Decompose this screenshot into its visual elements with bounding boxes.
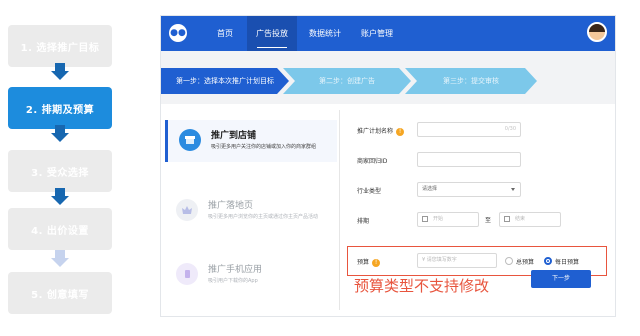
budget-label: 预算! — [357, 257, 381, 267]
total-budget-radio[interactable] — [505, 257, 513, 265]
crown-icon — [176, 199, 198, 221]
step-5-label: 5. 创意填写 — [31, 289, 89, 301]
down-arrow-icon — [51, 250, 69, 268]
info-icon: ! — [372, 258, 381, 267]
goal-store-title: 推广到店铺 — [211, 131, 257, 141]
goal-app-title: 推广手机应用 — [208, 265, 263, 275]
budget-note: 预算类型不支持修改 — [354, 277, 490, 295]
step-2-label: 2. 排期及预算 — [25, 104, 95, 116]
avatar[interactable] — [587, 22, 607, 42]
step-1-label: 1. 选择推广目标 — [20, 42, 100, 54]
store-icon — [179, 129, 201, 151]
nav-home[interactable]: 首页 — [205, 16, 245, 51]
down-arrow-icon — [51, 125, 69, 143]
next-step-button[interactable]: 下一步 — [531, 270, 591, 288]
panel-divider — [339, 110, 340, 310]
end-date-input[interactable]: 结束 — [499, 212, 561, 227]
plan-name-input[interactable]: 0/30 — [417, 122, 521, 137]
schedule-separator: 至 — [485, 217, 492, 224]
chevron-down-icon — [511, 188, 515, 191]
step-5: 5. 创意填写 — [8, 272, 112, 314]
step-4-label: 4. 出价设置 — [31, 225, 89, 237]
calendar-icon — [422, 215, 428, 222]
progress-step-2: 第二步：创建广告 — [283, 68, 411, 94]
calendar-icon — [504, 215, 510, 222]
schedule-label: 排期 — [357, 218, 370, 225]
step-1: 1. 选择推广目标 — [8, 25, 112, 67]
app-logo-icon[interactable]: ●● — [169, 24, 187, 42]
daily-budget-radio[interactable] — [544, 257, 552, 265]
down-arrow-icon — [51, 188, 69, 206]
step-3-label: 3. 受众选择 — [31, 167, 89, 179]
step-3: 3. 受众选择 — [8, 150, 112, 192]
plan-id-label: 商家回归ID — [357, 158, 388, 165]
nav-ad-delivery[interactable]: 广告投放 — [247, 16, 297, 51]
nav-data-stats[interactable]: 数据统计 — [301, 16, 349, 51]
goal-landing-desc: 吸引更多用户浏览你的主页或通过你主页产品活动 — [208, 214, 319, 220]
step-4: 4. 出价设置 — [8, 208, 112, 250]
goal-store-desc: 吸引更多用户关注你的店铺或加入你的商家群组 — [211, 144, 317, 150]
progress-step-3: 第三步：提交审核 — [405, 68, 537, 94]
creation-progress: 第一步：选择本次推广计划目标 第二步：创建广告 第三步：提交审核 — [161, 68, 616, 94]
step-2: 2. 排期及预算 — [8, 87, 112, 129]
plan-name-counter: 0/30 — [504, 126, 516, 132]
goal-landing-page[interactable]: 推广落地页 吸引更多用户浏览你的主页或通过你主页产品活动 — [165, 190, 337, 232]
plan-name-label: 推广计划名称! — [357, 126, 405, 136]
ad-platform-window: ●● 首页 广告投放 数据统计 账户管理 第一步：选择本次推广计划目标 第二步：… — [160, 15, 616, 317]
plan-id-input[interactable] — [417, 152, 521, 167]
down-arrow-icon — [51, 63, 69, 81]
industry-select[interactable]: 请选择 — [417, 182, 521, 197]
goal-mobile-app[interactable]: 推广手机应用 吸引用户下载你的App — [165, 254, 337, 296]
start-date-input[interactable]: 开始 — [417, 212, 479, 227]
phone-icon — [176, 263, 198, 285]
top-nav-bar: ●● 首页 广告投放 数据统计 账户管理 — [161, 16, 615, 51]
daily-budget-label: 每日预算 — [555, 259, 580, 266]
budget-input[interactable]: ¥ 请您填写数字 — [417, 253, 497, 268]
industry-label: 行业类型 — [357, 188, 382, 195]
industry-select-value: 请选择 — [422, 186, 438, 192]
nav-account-manage[interactable]: 账户管理 — [353, 16, 401, 51]
progress-step-1: 第一步：选择本次推广计划目标 — [161, 68, 289, 94]
goal-landing-title: 推广落地页 — [208, 201, 254, 211]
goal-app-desc: 吸引用户下载你的App — [208, 278, 258, 284]
info-icon: ! — [396, 127, 405, 136]
goal-store[interactable]: 推广到店铺 吸引更多用户关注你的店铺或加入你的商家群组 — [165, 120, 337, 162]
page-root: 1. 选择推广目标 2. 排期及预算 3. 受众选择 4. 出价设置 5. 创意… — [0, 0, 640, 336]
total-budget-label: 总预算 — [516, 259, 535, 266]
